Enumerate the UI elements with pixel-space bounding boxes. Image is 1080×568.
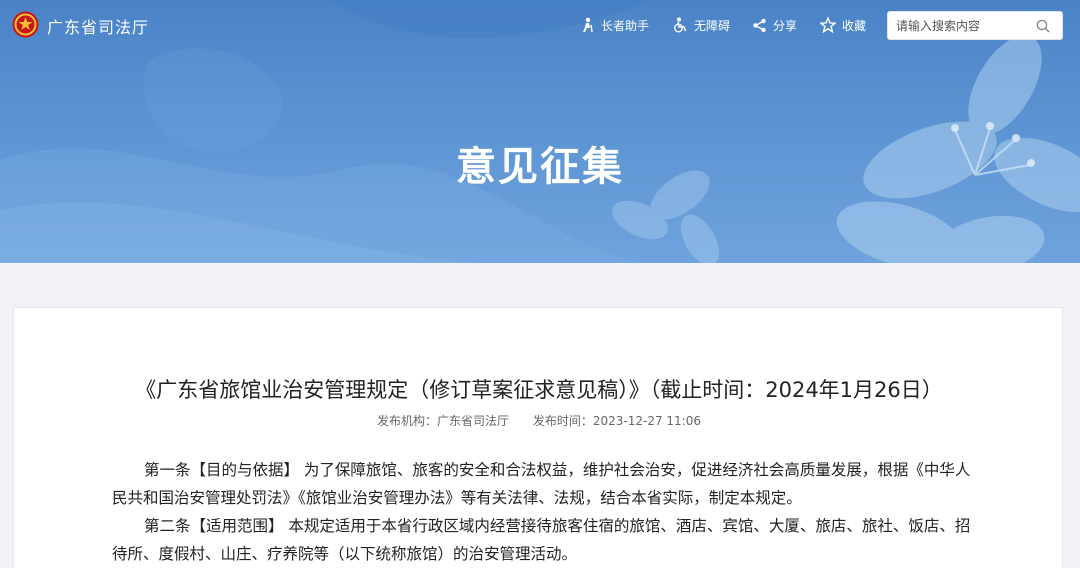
article-card: 《广东省旅馆业治安管理规定（修订草案征求意见稿）》（截止时间：2024年1月26… xyxy=(13,307,1063,568)
share-label: 分享 xyxy=(773,18,798,33)
elder-assistant-icon xyxy=(583,17,593,33)
top-navbar: 广东省司法厅 长者助手 无障碍 分享 收藏 请输入搜索内容 xyxy=(0,0,1080,50)
site-name[interactable]: 广东省司法厅 xyxy=(47,14,149,38)
favorite-label: 收藏 xyxy=(842,18,867,33)
search-box xyxy=(887,11,1063,40)
favorite-button[interactable]: 收藏 xyxy=(820,16,866,34)
search-input[interactable] xyxy=(896,17,1036,35)
article-meta: 发布机构：广东省司法厅 发布时间：2023-12-27 11:06 xyxy=(14,412,1064,429)
page-title: 意见征集 xyxy=(456,144,624,190)
hero-banner: 广东省司法厅 长者助手 无障碍 分享 收藏 请输入搜索内容 意见征集 xyxy=(0,0,1080,263)
article-paragraph: 第一条【目的与依据】 为了保障旅馆、旅客的安全和合法权益，维护社会治安，促进经济… xyxy=(112,461,971,507)
star-icon xyxy=(820,17,836,33)
publisher-info: 发布机构：广东省司法厅 xyxy=(377,414,510,428)
accessibility-label: 无障碍 xyxy=(694,18,731,33)
article-paragraph: 第二条【适用范围】 本规定适用于本省行政区域内经营接待旅客住宿的旅馆、酒店、宾馆… xyxy=(112,517,971,563)
article-title: 《广东省旅馆业治安管理规定（修订草案征求意见稿）》（截止时间：2024年1月26… xyxy=(135,378,943,402)
accessibility-button[interactable]: 无障碍 xyxy=(672,16,730,34)
elder-assistant-label: 长者助手 xyxy=(601,18,650,33)
share-button[interactable]: 分享 xyxy=(752,16,797,34)
elder-assistant-button[interactable]: 长者助手 xyxy=(579,16,649,34)
national-emblem-icon xyxy=(12,11,39,38)
search-icon[interactable] xyxy=(1036,19,1050,33)
share-icon xyxy=(753,18,766,32)
publish-time: 发布时间：2023-12-27 11:06 xyxy=(532,414,701,428)
wheelchair-icon xyxy=(674,17,687,33)
article-body: 第一条【目的与依据】 为了保障旅馆、旅客的安全和合法权益，维护社会治安，促进经济… xyxy=(112,456,972,568)
